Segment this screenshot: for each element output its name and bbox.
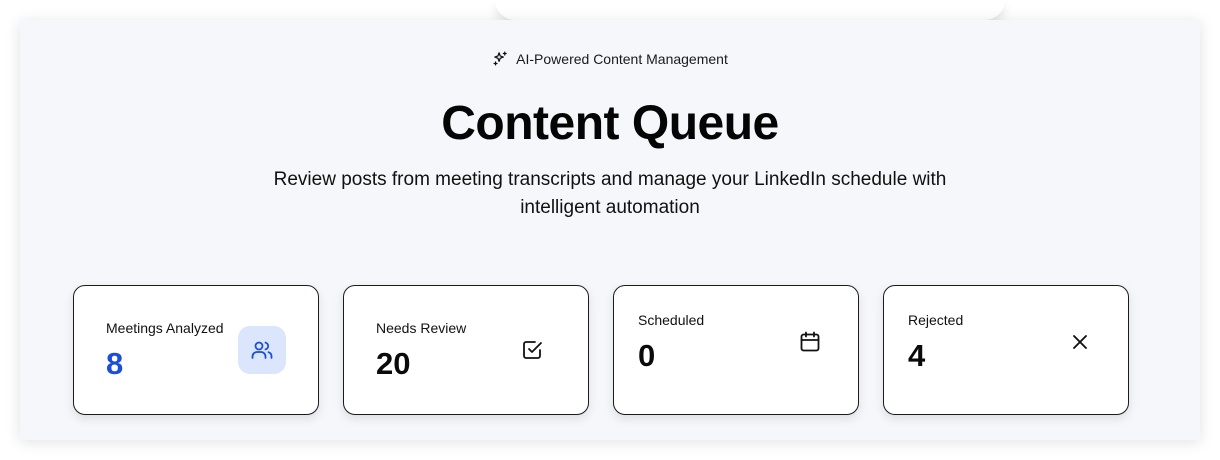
- users-icon-box: [238, 326, 286, 374]
- page-subtitle: Review posts from meeting transcripts an…: [273, 169, 947, 218]
- stat-value: 8: [106, 346, 124, 381]
- stat-card-rejected[interactable]: Rejected 4: [883, 285, 1129, 415]
- sparkles-icon: [493, 51, 507, 66]
- stat-label: Needs Review: [376, 320, 467, 336]
- stat-label: Rejected: [908, 312, 964, 328]
- stat-value: 0: [638, 338, 656, 373]
- stat-label: Meetings Analyzed: [106, 320, 224, 336]
- x-icon: [1073, 335, 1087, 349]
- ai-badge: AI-Powered Content Management: [20, 50, 1200, 67]
- page-title: Content Queue: [441, 97, 779, 150]
- stat-label: Scheduled: [638, 312, 705, 328]
- stat-value: 20: [376, 346, 411, 381]
- stat-value: 4: [908, 338, 926, 373]
- stat-card-meetings-analyzed[interactable]: Meetings Analyzed 8: [73, 285, 319, 415]
- check-square-icon: [523, 341, 542, 359]
- header-edge: [495, 0, 1005, 20]
- stat-card-needs-review[interactable]: Needs Review 20: [343, 285, 589, 415]
- users-icon: [251, 341, 273, 359]
- badge-text: AI-Powered Content Management: [516, 50, 728, 67]
- content-queue-panel: AI-Powered Content Management Content Qu…: [20, 20, 1200, 440]
- calendar-icon: [800, 331, 820, 352]
- stat-card-scheduled[interactable]: Scheduled 0: [613, 285, 859, 415]
